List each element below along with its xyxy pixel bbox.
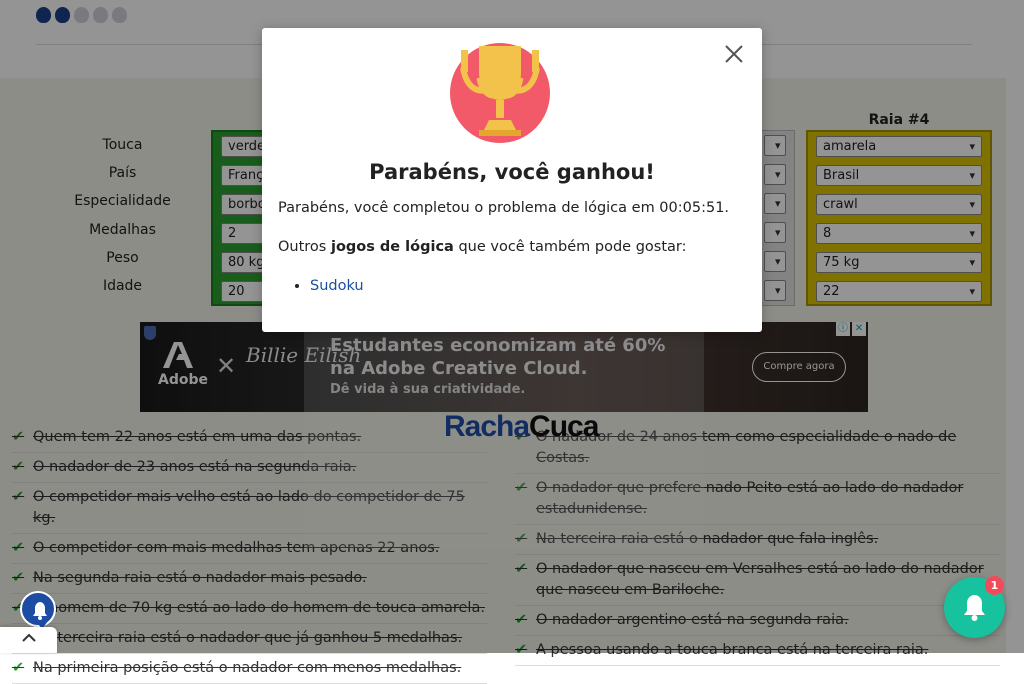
game-link-item: Sudoku (310, 278, 364, 294)
trophy-icon (450, 43, 550, 143)
game-link[interactable]: Sudoku (310, 278, 364, 294)
others-prefix: Outros (278, 239, 331, 255)
win-dialog: Parabéns, você ganhou! Parabéns, você co… (262, 28, 762, 332)
dialog-message: Parabéns, você completou o problema de l… (278, 200, 730, 216)
check-icon: ✔ (12, 660, 25, 676)
notification-badge: 1 (985, 576, 1004, 595)
clue-text: Na primeira posição está o nadador com m… (33, 660, 462, 676)
others-suffix: que você também pode gostar: (453, 239, 687, 255)
clue-item[interactable]: ✔ Na primeira posição está o nadador com … (12, 654, 487, 684)
chevron-up-icon[interactable] (19, 627, 39, 647)
dialog-others: Outros jogos de lógica que você também p… (278, 239, 687, 255)
others-bold: jogos de lógica (330, 239, 454, 255)
push-notification-button[interactable] (20, 591, 56, 629)
dialog-title: Parabéns, você ganhou! (369, 160, 655, 184)
close-icon[interactable] (722, 42, 746, 66)
scroll-up-tab[interactable] (0, 627, 57, 653)
game-link-list: Sudoku (278, 278, 364, 294)
bell-icon (33, 602, 47, 620)
